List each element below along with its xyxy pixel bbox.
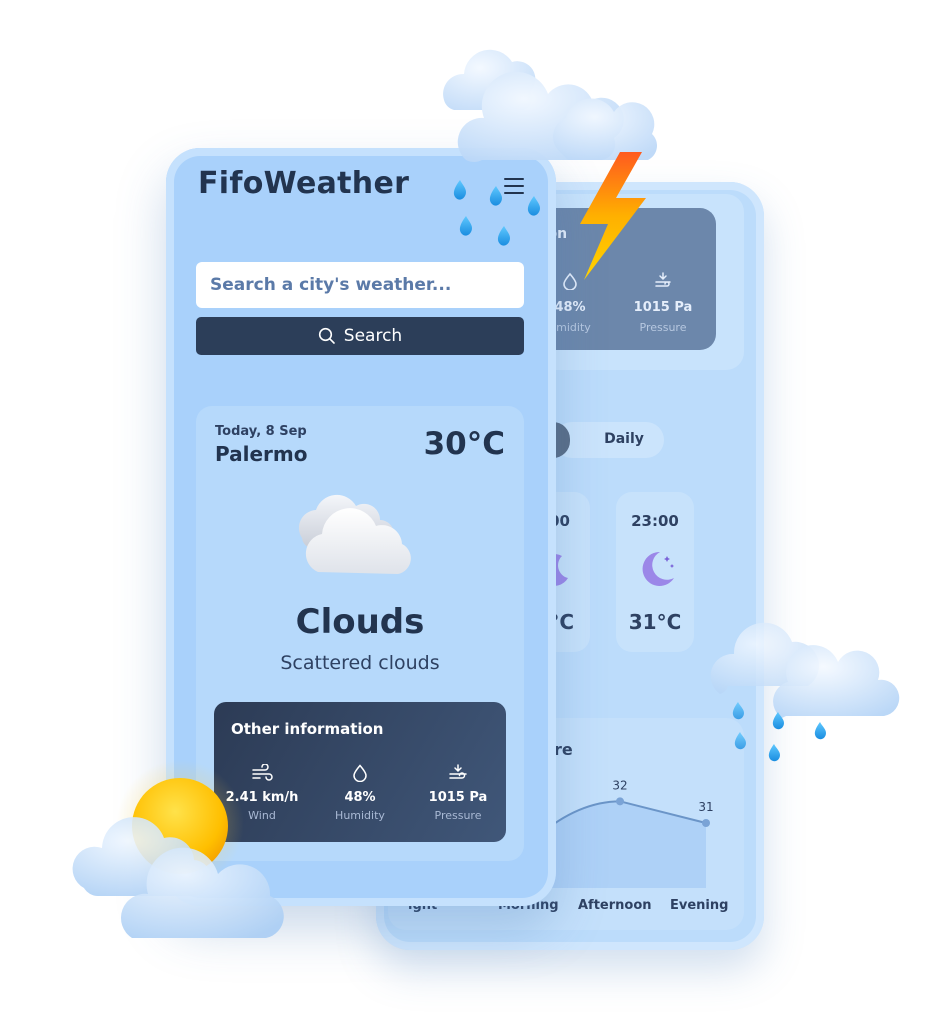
other-information-card: Other information 2.41 km/h Wind 48% Hum… (214, 702, 506, 842)
droplet-icon (563, 272, 577, 291)
back-tab-bar: Daily (554, 422, 664, 458)
wind-icon (252, 763, 273, 781)
pressure-label: Pressure (434, 809, 482, 822)
hour-card-temp: 31°C (628, 610, 682, 634)
chart-x-label: Afternoon (578, 898, 652, 913)
chart-data-label: 31 (698, 800, 713, 814)
weather-description: Scattered clouds (280, 652, 440, 674)
search-button-label: Search (343, 326, 403, 346)
humidity-value: 48% (344, 790, 376, 805)
back-pressure-value: 1015 Pa (633, 300, 693, 315)
pressure-value: 1015 Pa (428, 790, 488, 805)
chart-area (538, 801, 706, 888)
front-phone-screen: FifoWeather Search Today, 8 Sep Palermo … (166, 148, 556, 906)
wind-value: 2.41 km/h (225, 790, 299, 805)
date-label: Today, 8 Sep (215, 424, 307, 439)
wind-label: Wind (248, 809, 276, 822)
current-weather-card: Today, 8 Sep Palermo 30°C Clouds Scatter… (196, 406, 524, 861)
hour-card-time: 23:00 (631, 512, 679, 530)
app-title: FifoWeather (198, 166, 410, 201)
back-pressure-label: Pressure (639, 321, 687, 334)
chart-data-label: 32 (612, 778, 627, 792)
pressure-icon (655, 272, 671, 287)
search-input[interactable] (196, 262, 524, 308)
chart-point (616, 797, 624, 806)
humidity-info: 48% Humidity (312, 764, 408, 822)
search-button[interactable]: Search (196, 317, 524, 355)
other-information-title: Other information (231, 720, 384, 738)
hour-card: 23:00 31°C (616, 492, 694, 652)
back-pressure-item: 1015 Pa Pressure (618, 272, 708, 334)
moon-icon (642, 551, 674, 586)
weather-condition: Clouds (295, 602, 425, 642)
search-icon (318, 327, 335, 344)
humidity-label: Humidity (335, 809, 385, 822)
current-temperature: 30°C (423, 426, 505, 462)
chart-x-label: Evening (670, 898, 729, 913)
back-other-info-card: tion 48% umidity 1015 Pa Pressure (536, 208, 716, 350)
pressure-icon (449, 764, 467, 779)
chart-point (702, 819, 710, 827)
cloud-icon (298, 494, 411, 574)
wind-info: 2.41 km/h Wind (214, 763, 310, 822)
hamburger-menu-icon[interactable] (504, 178, 524, 199)
tab-daily[interactable]: Daily (554, 431, 664, 447)
droplet-icon (353, 764, 367, 783)
pressure-info: 1015 Pa Pressure (410, 764, 506, 822)
city-name: Palermo (215, 442, 308, 466)
